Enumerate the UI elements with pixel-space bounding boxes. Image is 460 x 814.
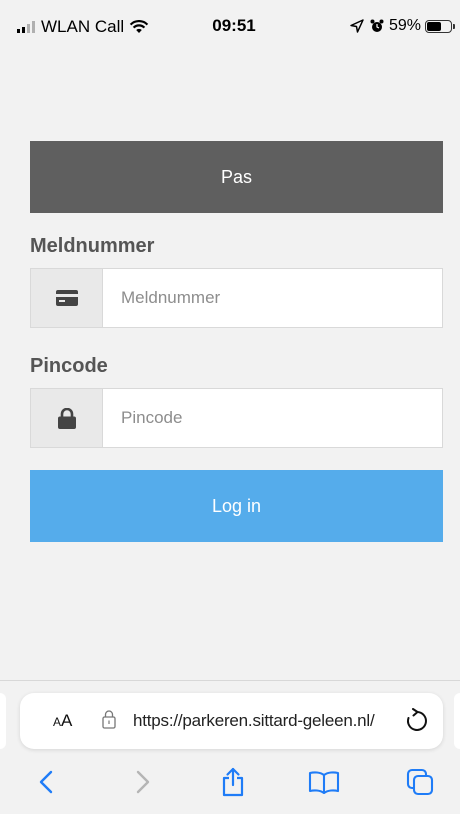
back-icon [39, 770, 53, 794]
tabs-icon [406, 768, 434, 796]
bookmarks-button[interactable] [306, 764, 342, 800]
battery-icon [425, 19, 455, 33]
wifi-icon [129, 20, 149, 33]
pincode-input[interactable] [103, 389, 442, 447]
browser-toolbar [0, 752, 460, 814]
previous-tab-peek[interactable] [0, 693, 6, 749]
credit-card-icon [55, 290, 78, 306]
lock-icon [102, 710, 116, 729]
alarm-icon [370, 19, 384, 32]
forward-button[interactable] [125, 764, 161, 800]
bookmarks-icon [308, 771, 340, 794]
share-button[interactable] [215, 764, 251, 800]
carrier-label: WLAN Call [41, 17, 125, 36]
carrier-group: WLAN Call [17, 17, 149, 37]
meldnummer-input[interactable] [103, 269, 442, 327]
lock-icon [57, 407, 76, 429]
status-bar: WLAN Call 09:51 59% [0, 0, 460, 52]
forward-icon [136, 770, 150, 794]
meldnummer-input-group [30, 268, 443, 328]
text-size-button[interactable]: AA [53, 711, 72, 731]
reload-icon[interactable] [405, 708, 429, 734]
url-text[interactable]: https://parkeren.sittard-geleen.nl/ [133, 711, 375, 731]
share-icon [222, 767, 244, 797]
location-arrow-icon [350, 19, 364, 33]
pincode-label: Pincode [30, 355, 108, 377]
back-button[interactable] [28, 764, 64, 800]
meldnummer-label: Meldnummer [30, 235, 155, 257]
pincode-addon [31, 389, 103, 447]
clock: 09:51 [212, 16, 256, 35]
battery-percentage: 59% [388, 17, 421, 34]
status-right: 59% [350, 17, 455, 35]
next-tab-peek[interactable] [454, 693, 460, 749]
pas-header-title: Pas [220, 166, 253, 187]
login-button[interactable]: Log in [30, 470, 443, 542]
pas-header: Pas [30, 141, 443, 213]
signal-icon [17, 21, 35, 33]
meldnummer-addon [31, 269, 103, 327]
tabs-button[interactable] [402, 764, 438, 800]
address-bar[interactable]: AA https://parkeren.sittard-geleen.nl/ [20, 693, 443, 749]
pincode-input-group [30, 388, 443, 448]
